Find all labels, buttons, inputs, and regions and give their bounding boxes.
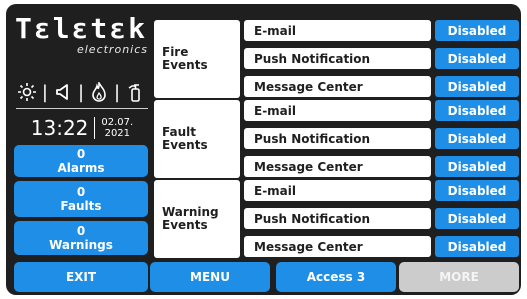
channel-push-notification: Push Notification — [244, 128, 431, 149]
channel-label: Push Notification — [254, 211, 371, 226]
fault-events-group: Fault Events — [154, 100, 240, 178]
panel-screen: Tεlεtεk electronics | | | 13:22 02.07. 2… — [6, 4, 521, 295]
logo-sub: electronics — [76, 43, 148, 56]
more-button[interactable]: MORE — [399, 262, 519, 292]
channel-label: Message Center — [254, 239, 363, 254]
channel-email: E-mail — [244, 20, 431, 41]
alarms-count: 0 — [76, 147, 86, 161]
alarms-label: Alarms — [57, 161, 105, 175]
state-toggle[interactable]: Disabled — [435, 48, 519, 69]
divider — [16, 108, 148, 109]
speaker-icon — [52, 81, 74, 103]
channel-message-center: Message Center — [244, 76, 431, 97]
state-toggle[interactable]: Disabled — [435, 128, 519, 149]
channel-label: Push Notification — [254, 51, 371, 66]
clock-time: 13:22 — [30, 116, 89, 140]
sun-icon — [16, 81, 38, 103]
channel-email: E-mail — [244, 100, 431, 121]
flame-icon — [88, 81, 110, 103]
icon-separator: | — [114, 81, 121, 103]
icon-separator: | — [41, 81, 48, 103]
alarms-button[interactable]: 0 Alarms — [14, 145, 148, 177]
state-toggle[interactable]: Disabled — [435, 208, 519, 229]
clock-date: 02.07. 2021 — [101, 117, 133, 139]
channel-label: Message Center — [254, 159, 363, 174]
menu-button[interactable]: MENU — [150, 262, 270, 292]
channel-label: E-mail — [254, 103, 297, 118]
clock-divider — [94, 117, 96, 139]
icon-separator: | — [77, 81, 85, 103]
date-year: 2021 — [104, 128, 131, 139]
extinguisher-icon — [124, 81, 146, 103]
faults-label: Faults — [60, 199, 102, 213]
channel-message-center: Message Center — [244, 236, 431, 257]
teletek-logo: Tεlεtεk electronics — [12, 14, 150, 64]
warnings-count: 0 — [76, 224, 86, 238]
channel-push-notification: Push Notification — [244, 208, 431, 229]
warnings-label: Warnings — [49, 238, 113, 252]
channel-label: Push Notification — [254, 131, 371, 146]
fire-events-group: Fire Events — [154, 20, 240, 98]
date-day-month: 02.07. — [101, 117, 134, 128]
group-label: Fire Events — [162, 45, 208, 72]
faults-button[interactable]: 0 Faults — [14, 181, 148, 217]
state-toggle[interactable]: Disabled — [435, 180, 519, 201]
exit-button[interactable]: EXIT — [14, 262, 148, 292]
group-label: Fault Events — [162, 125, 208, 152]
channel-message-center: Message Center — [244, 156, 431, 177]
channel-push-notification: Push Notification — [244, 48, 431, 69]
state-toggle[interactable]: Disabled — [435, 100, 519, 121]
status-icons: | | | — [12, 79, 150, 105]
channel-label: E-mail — [254, 183, 297, 198]
access-level-button[interactable]: Access 3 — [276, 262, 396, 292]
state-toggle[interactable]: Disabled — [435, 156, 519, 177]
warning-events-group: Warning Events — [154, 180, 240, 258]
state-toggle[interactable]: Disabled — [435, 236, 519, 257]
logo-brand: Tεlεtεk — [14, 12, 147, 45]
warnings-button[interactable]: 0 Warnings — [14, 221, 148, 255]
state-toggle[interactable]: Disabled — [435, 76, 519, 97]
faults-count: 0 — [76, 185, 86, 199]
channel-label: Message Center — [254, 79, 363, 94]
channel-label: E-mail — [254, 23, 297, 38]
group-label: Warning Events — [162, 205, 219, 232]
state-toggle[interactable]: Disabled — [435, 20, 519, 41]
channel-email: E-mail — [244, 180, 431, 201]
clock: 13:22 02.07. 2021 — [12, 114, 152, 142]
